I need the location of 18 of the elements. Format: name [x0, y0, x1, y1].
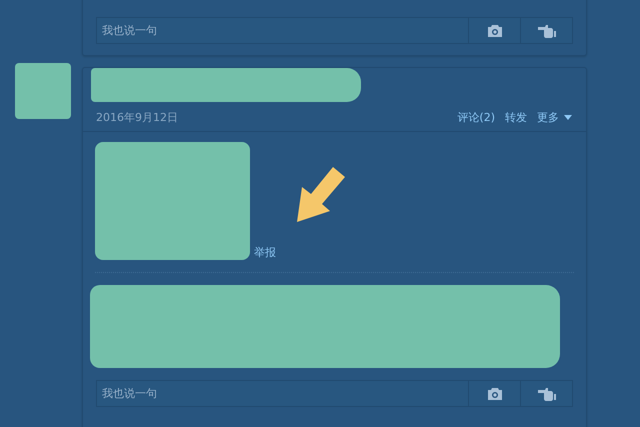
photo-button[interactable] [469, 380, 521, 407]
comment-field[interactable]: 我也说一句 [96, 380, 469, 407]
action-link[interactable]: 更多 [537, 110, 572, 124]
post-date: 2016年9月12日 [96, 110, 179, 124]
redaction-block [15, 63, 71, 119]
camera-icon [486, 24, 502, 38]
comment-field[interactable]: 我也说一句 [96, 17, 469, 44]
like-button[interactable] [521, 380, 573, 407]
action-link[interactable]: 评论(2) [457, 110, 495, 124]
action-link[interactable]: 转发 [505, 110, 527, 124]
photo-button[interactable] [469, 17, 521, 44]
camera-icon [486, 386, 502, 400]
report-link[interactable]: 举报 [254, 245, 276, 260]
like-button[interactable] [521, 17, 573, 44]
caret-icon [564, 114, 572, 120]
arrow-icon [297, 167, 347, 223]
pointing-hand-icon [538, 24, 556, 38]
pointing-hand-icon [538, 386, 556, 400]
